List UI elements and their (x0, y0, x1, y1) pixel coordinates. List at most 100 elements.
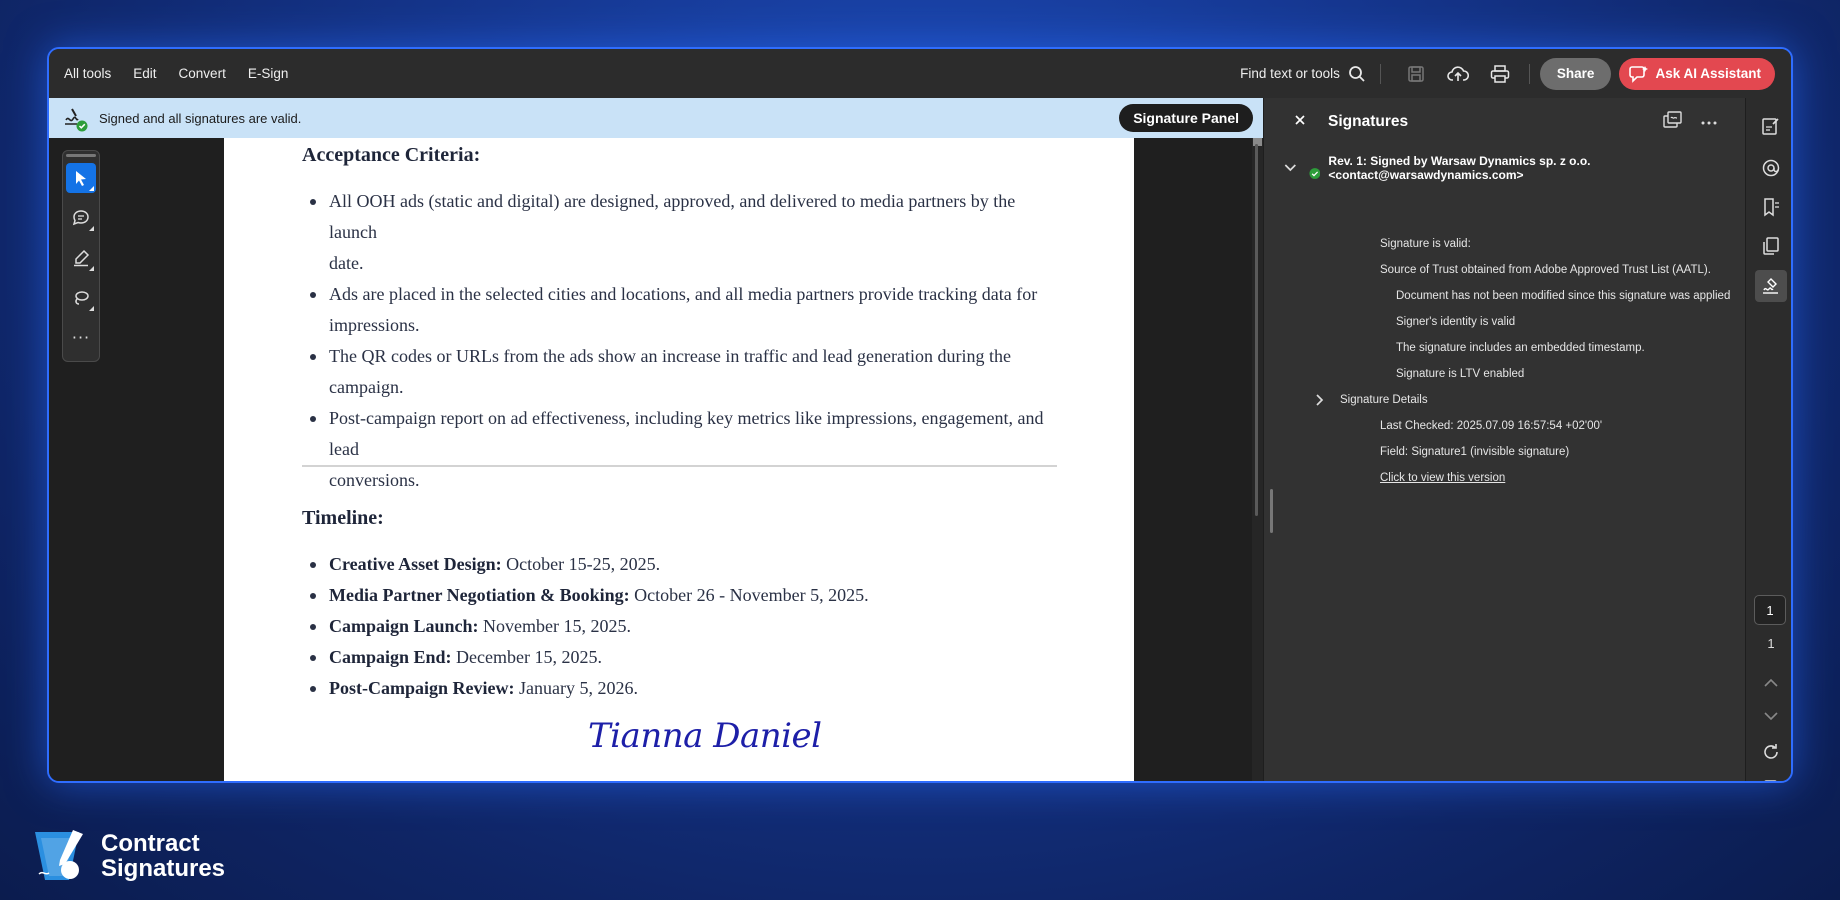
bookmark-icon (1764, 198, 1779, 217)
identity-valid-text: Signer's identity is valid (1396, 316, 1516, 328)
find-label: Find text or tools (1240, 66, 1340, 81)
not-modified-text: Document has not been modified since thi… (1396, 290, 1731, 302)
acceptance-criteria-list: All OOH ads (static and digital) are des… (302, 186, 1057, 496)
signature-valid-text: Signature is valid: (1380, 238, 1471, 250)
more-tools-button[interactable]: ··· (66, 323, 96, 353)
save-icon (1408, 65, 1424, 82)
ai-assistant-label: Ask AI Assistant (1655, 66, 1761, 81)
main-menu: All tools Edit Convert E-Sign (64, 66, 310, 81)
scrollbar-thumb[interactable] (1255, 144, 1258, 516)
revision-label: Rev. 1: Signed by Warsaw Dynamics sp. z … (1328, 154, 1591, 182)
next-page-button[interactable] (1755, 700, 1787, 732)
toolbar-right: Find text or tools Share Ask AI Assistan… (1240, 57, 1791, 90)
validate-signatures-icon (1663, 110, 1682, 128)
right-gutter (1134, 138, 1263, 781)
find-text-or-tools[interactable]: Find text or tools (1240, 65, 1366, 83)
bookmarks-rail-button[interactable] (1755, 191, 1787, 223)
page-display-button[interactable] (1755, 773, 1787, 781)
draw-tool-button[interactable] (66, 283, 96, 313)
submenu-corner-icon (89, 186, 94, 191)
comments-rail-button[interactable] (1755, 152, 1787, 184)
edit-pdf-rail-button[interactable] (1755, 110, 1787, 142)
list-item: Post-Campaign Review: January 5, 2026. (302, 673, 1057, 704)
menu-edit[interactable]: Edit (133, 66, 156, 81)
more-horizontal-icon (1701, 121, 1717, 125)
list-item: Ads are placed in the selected cities an… (302, 279, 1057, 341)
signature-status-text: Signed and all signatures are valid. (99, 110, 302, 126)
select-tool-button[interactable] (66, 163, 96, 193)
signatures-panel: Signatures Rev. 1: Signed by Warsaw Dyna… (1263, 98, 1745, 781)
lasso-draw-icon (75, 291, 89, 305)
signature-panel-button[interactable]: Signature Panel (1119, 104, 1253, 132)
toolbar-divider (1379, 63, 1381, 84)
previous-page-button[interactable] (1755, 666, 1787, 698)
signature-details-toggle[interactable]: Signature Details (1304, 394, 1428, 406)
chevron-right-icon (1316, 394, 1324, 406)
menu-convert[interactable]: Convert (179, 66, 226, 81)
edit-document-icon (1762, 118, 1779, 135)
close-panel-button[interactable] (1294, 113, 1312, 131)
chevron-down-icon (1764, 711, 1778, 720)
signed-pen-icon (63, 106, 88, 132)
handwritten-signature: Tianna Daniel (588, 716, 822, 756)
pages-rail-button[interactable] (1755, 230, 1787, 262)
menu-all-tools[interactable]: All tools (64, 66, 111, 81)
rotate-button[interactable] (1755, 736, 1787, 768)
document-scrollbar[interactable] (1252, 138, 1263, 781)
top-toolbar: All tools Edit Convert E-Sign Find text … (49, 49, 1791, 98)
submenu-corner-icon (89, 226, 94, 231)
highlight-tool-button[interactable] (66, 243, 96, 273)
share-button[interactable]: Share (1539, 57, 1612, 90)
print-button[interactable] (1486, 60, 1514, 88)
brand-line-1: Contract (101, 830, 200, 857)
rotate-icon (1764, 744, 1778, 759)
trust-source-text: Source of Trust obtained from Adobe Appr… (1380, 264, 1711, 276)
list-item: The QR codes or URLs from the ads show a… (302, 341, 1057, 403)
total-pages-label: 1 (1767, 636, 1775, 651)
upload-cloud-button[interactable] (1444, 60, 1472, 88)
list-item: Media Partner Negotiation & Booking: Oct… (302, 580, 1057, 611)
toolbar-divider (1528, 63, 1530, 84)
signature-status-banner: Signed and all signatures are valid. Sig… (49, 98, 1263, 138)
rail-drag-handle[interactable] (66, 154, 96, 157)
revision-row[interactable]: Rev. 1: Signed by Warsaw Dynamics sp. z … (1284, 154, 1745, 182)
list-item: Creative Asset Design: October 15-25, 20… (302, 549, 1057, 580)
ai-assistant-icon (1629, 65, 1649, 83)
list-item: Post-campaign report on ad effectiveness… (302, 403, 1057, 496)
ai-assistant-button[interactable]: Ask AI Assistant (1619, 57, 1775, 90)
close-icon (1295, 115, 1305, 125)
submenu-corner-icon (89, 306, 94, 311)
cloud-upload-icon (1447, 65, 1469, 81)
timestamp-text: The signature includes an embedded times… (1396, 342, 1645, 354)
signatures-rail-button[interactable] (1755, 270, 1787, 302)
highlighter-pen-icon (74, 249, 90, 267)
panel-more-options-button[interactable] (1701, 113, 1717, 131)
last-checked-text: Last Checked: 2025.07.09 16:57:54 +02'00… (1380, 420, 1603, 432)
panel-header-actions (1645, 110, 1717, 134)
signature-pen-icon (1763, 278, 1778, 294)
page-layout-icon (1764, 780, 1777, 781)
signatures-panel-header: Signatures (1264, 98, 1745, 146)
timeline-list: Creative Asset Design: October 15-25, 20… (302, 549, 1057, 704)
list-item: All OOH ads (static and digital) are des… (302, 186, 1057, 279)
validate-all-button[interactable] (1663, 110, 1683, 134)
acceptance-criteria-heading: Acceptance Criteria: (302, 144, 481, 166)
view-version-link[interactable]: Click to view this version (1380, 472, 1505, 484)
timeline-heading: Timeline: (302, 507, 384, 529)
panel-resize-handle[interactable] (1270, 489, 1273, 533)
cursor-arrow-icon (76, 171, 86, 186)
comment-tool-button[interactable] (66, 203, 96, 233)
document-page: Acceptance Criteria: All OOH ads (static… (224, 138, 1134, 781)
list-item: Campaign End: December 15, 2025. (302, 642, 1057, 673)
current-page-input[interactable]: 1 (1754, 595, 1786, 625)
more-horizontal-icon: ··· (71, 328, 91, 347)
pages-copy-icon (1763, 237, 1779, 255)
section-divider (302, 465, 1057, 467)
menu-e-sign[interactable]: E-Sign (248, 66, 289, 81)
quick-tools-rail: ··· (62, 150, 100, 362)
save-button[interactable] (1402, 60, 1430, 88)
at-mention-icon (1762, 159, 1780, 177)
signature-field-text: Field: Signature1 (invisible signature) (1380, 446, 1570, 458)
chevron-down-icon (1284, 164, 1296, 172)
contract-signatures-logo-icon (35, 830, 83, 880)
